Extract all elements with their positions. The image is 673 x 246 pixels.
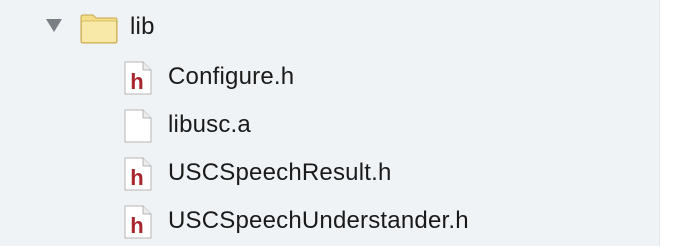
file-row[interactable]: h USCSpeechUnderstander.h	[0, 199, 659, 243]
generic-file-icon	[124, 109, 152, 143]
project-navigator: lib h Configure.h libusc.a h USCSpeechRe…	[0, 0, 660, 246]
header-file-icon: h	[124, 205, 152, 239]
file-name: USCSpeechResult.h	[168, 159, 392, 186]
header-file-icon: h	[124, 157, 152, 191]
header-file-icon: h	[124, 61, 152, 95]
file-name: USCSpeechUnderstander.h	[168, 207, 469, 234]
svg-text:h: h	[130, 213, 143, 238]
file-name: Configure.h	[168, 63, 295, 90]
file-name: libusc.a	[168, 111, 251, 138]
svg-text:h: h	[130, 165, 143, 190]
folder-row-lib[interactable]: lib	[0, 5, 659, 49]
folder-name: lib	[130, 13, 155, 40]
file-row[interactable]: h USCSpeechResult.h	[0, 151, 659, 195]
svg-text:h: h	[130, 69, 143, 94]
folder-icon	[80, 14, 118, 44]
file-row[interactable]: h Configure.h	[0, 55, 659, 99]
file-row[interactable]: libusc.a	[0, 103, 659, 147]
disclosure-triangle-expanded-icon[interactable]	[46, 19, 62, 32]
